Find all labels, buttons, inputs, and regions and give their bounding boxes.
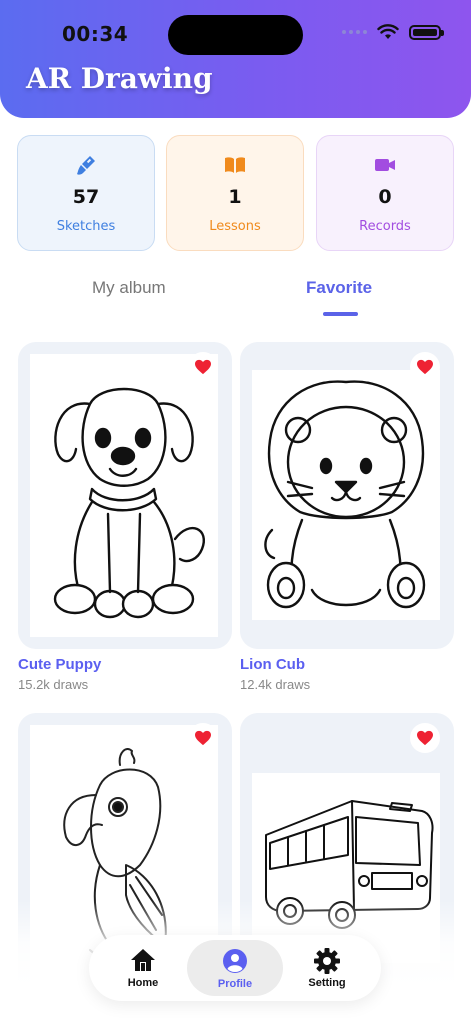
- stat-label: Lessons: [209, 219, 261, 234]
- artwork-draws: 12.4k draws: [240, 677, 311, 692]
- artwork-image: [30, 354, 218, 637]
- active-tab-indicator: [323, 312, 358, 316]
- wifi-icon: [377, 24, 399, 39]
- artwork-title: Cute Puppy: [18, 656, 102, 673]
- artwork-image: [252, 370, 440, 620]
- book-icon: [225, 157, 245, 173]
- stat-value: 0: [378, 186, 392, 208]
- profile-icon: [223, 949, 247, 973]
- stat-card-sketches[interactable]: 57 Sketches: [17, 135, 155, 251]
- nav-home[interactable]: Home: [95, 935, 191, 1001]
- brush-icon: [77, 156, 95, 175]
- artwork-card-cute-puppy[interactable]: [18, 342, 232, 649]
- stat-card-lessons[interactable]: 1 Lessons: [166, 135, 304, 251]
- puppy-drawing: [53, 387, 205, 619]
- stat-value: 57: [72, 186, 100, 208]
- stat-label: Sketches: [56, 219, 116, 234]
- heart-icon: [195, 730, 211, 746]
- dynamic-island: [168, 15, 303, 55]
- stat-value: 1: [228, 186, 242, 208]
- heart-icon: [195, 359, 211, 375]
- video-icon: [375, 159, 395, 171]
- heart-icon: [417, 730, 433, 746]
- favorite-heart-button[interactable]: [188, 723, 218, 753]
- tab-my-album[interactable]: My album: [92, 278, 166, 298]
- home-icon: [131, 949, 155, 971]
- artwork-draws: 15.2k draws: [18, 677, 89, 692]
- artwork-card-lion-cub[interactable]: [240, 342, 454, 649]
- signal-icon: [342, 30, 367, 34]
- status-icons: [342, 24, 444, 40]
- status-time: 00:34: [62, 22, 129, 46]
- stat-card-records[interactable]: 0 Records: [316, 135, 454, 251]
- favorite-heart-button[interactable]: [410, 723, 440, 753]
- tab-favorite[interactable]: Favorite: [306, 278, 372, 298]
- artwork-title: Lion Cub: [240, 656, 305, 673]
- nav-setting[interactable]: Setting: [279, 935, 375, 1001]
- bottom-tab-bar: Home Profile Setting: [89, 935, 381, 1001]
- favorite-heart-button[interactable]: [410, 352, 440, 382]
- nav-home-label: Home: [127, 977, 159, 989]
- battery-icon: [409, 24, 444, 40]
- heart-icon: [417, 359, 433, 375]
- nav-profile-label: Profile: [217, 978, 253, 990]
- gear-icon: [314, 948, 340, 974]
- app-title: AR Drawing: [26, 62, 213, 95]
- nav-setting-label: Setting: [308, 977, 346, 989]
- stat-label: Records: [359, 219, 411, 234]
- lion-drawing: [264, 380, 426, 609]
- nav-profile[interactable]: Profile: [187, 940, 283, 996]
- favorite-heart-button[interactable]: [188, 352, 218, 382]
